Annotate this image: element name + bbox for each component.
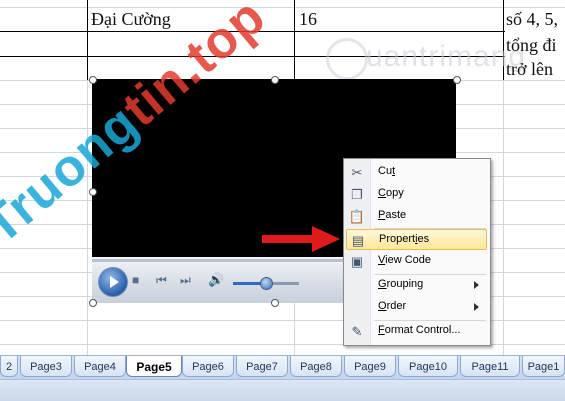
paste-icon: 📋 [348, 209, 366, 224]
cell-border [294, 0, 295, 80]
sheet-tab[interactable]: Page3 [20, 356, 72, 378]
sheet-tab[interactable]: Page11 [460, 356, 520, 378]
menu-item-label: Properties [379, 233, 430, 245]
selection-handle[interactable] [89, 188, 97, 196]
sheet-tab-bar: 2 Page3 Page4 Page5 Page6 Page7 Page8 Pa… [0, 355, 565, 380]
sheet-tab[interactable]: Page7 [236, 356, 288, 378]
copy-icon: ❐ [351, 187, 363, 202]
menu-item-label: Grouping [378, 278, 424, 290]
volume-icon[interactable]: 🔊 [208, 273, 224, 287]
menu-item-label: View Code [378, 254, 431, 266]
volume-slider[interactable] [233, 277, 299, 290]
sheet-tab[interactable]: Page9 [344, 356, 396, 378]
cell-note[interactable]: trở lên [506, 59, 553, 80]
menu-item-label: Paste [378, 209, 407, 221]
menu-item-label: Copy [378, 187, 404, 199]
watermark-logo-text: uantrimang [366, 40, 527, 73]
selection-handle[interactable] [453, 76, 461, 84]
menu-item-cut[interactable]: ✂ Cut [346, 162, 487, 183]
sheet-tab-active[interactable]: Page5 [126, 356, 182, 378]
volume-knob[interactable] [260, 277, 273, 290]
menu-item-view-code[interactable]: ▣ View Code [346, 251, 487, 272]
menu-item-properties[interactable]: ▤ Properties [346, 229, 487, 250]
submenu-arrow-icon [474, 303, 479, 311]
menu-item-label: Format Control... [378, 324, 461, 336]
cell-border [87, 0, 88, 80]
context-menu: ✂ Cut ❐ Copy 📋 Paste ▤ Properties ▣ View… [343, 158, 491, 346]
submenu-arrow-icon [474, 281, 479, 289]
status-bar [0, 379, 565, 401]
previous-icon[interactable]: ⏮ [156, 273, 167, 287]
sheet-tab[interactable]: Page4 [74, 356, 126, 378]
view-code-icon: ▣ [350, 254, 364, 269]
cell-value[interactable]: 16 [299, 9, 317, 30]
format-control-icon: ✎ [351, 324, 363, 339]
properties-icon: ▤ [351, 233, 365, 248]
menu-item-label: Cut [378, 165, 396, 177]
sheet-tab[interactable]: Page8 [290, 356, 342, 378]
menu-item-label: Order [378, 300, 407, 312]
scissors-icon: ✂ [351, 165, 363, 180]
stop-icon[interactable]: ■ [132, 273, 139, 287]
gridline [503, 80, 504, 355]
next-icon[interactable]: ⏭ [180, 273, 191, 287]
sheet-tab[interactable]: 2 [0, 356, 18, 378]
selection-handle[interactable] [271, 299, 279, 307]
cell-name[interactable]: Đại Cường [91, 9, 171, 30]
menu-item-copy[interactable]: ❐ Copy [346, 184, 487, 205]
menu-item-grouping[interactable]: Grouping [346, 275, 487, 296]
sheet-tab[interactable]: Page10 [398, 356, 458, 378]
menu-item-order[interactable]: Order [346, 297, 487, 318]
watermark-logo-icon [326, 38, 368, 80]
menu-item-paste[interactable]: 📋 Paste [346, 206, 487, 227]
menu-item-format-control[interactable]: ✎ Format Control... [346, 321, 487, 342]
cell-note[interactable]: số 4, 5, [506, 9, 558, 30]
red-arrow-icon [262, 226, 340, 252]
sheet-tab[interactable]: Page1 [522, 356, 565, 378]
selection-handle[interactable] [89, 76, 97, 84]
sheet-tab[interactable]: Page6 [182, 356, 234, 378]
gridline [0, 7, 565, 8]
selection-handle[interactable] [271, 76, 279, 84]
play-button[interactable] [98, 267, 128, 297]
cell-note[interactable]: tổng đi [506, 35, 557, 56]
selection-handle[interactable] [89, 299, 97, 307]
